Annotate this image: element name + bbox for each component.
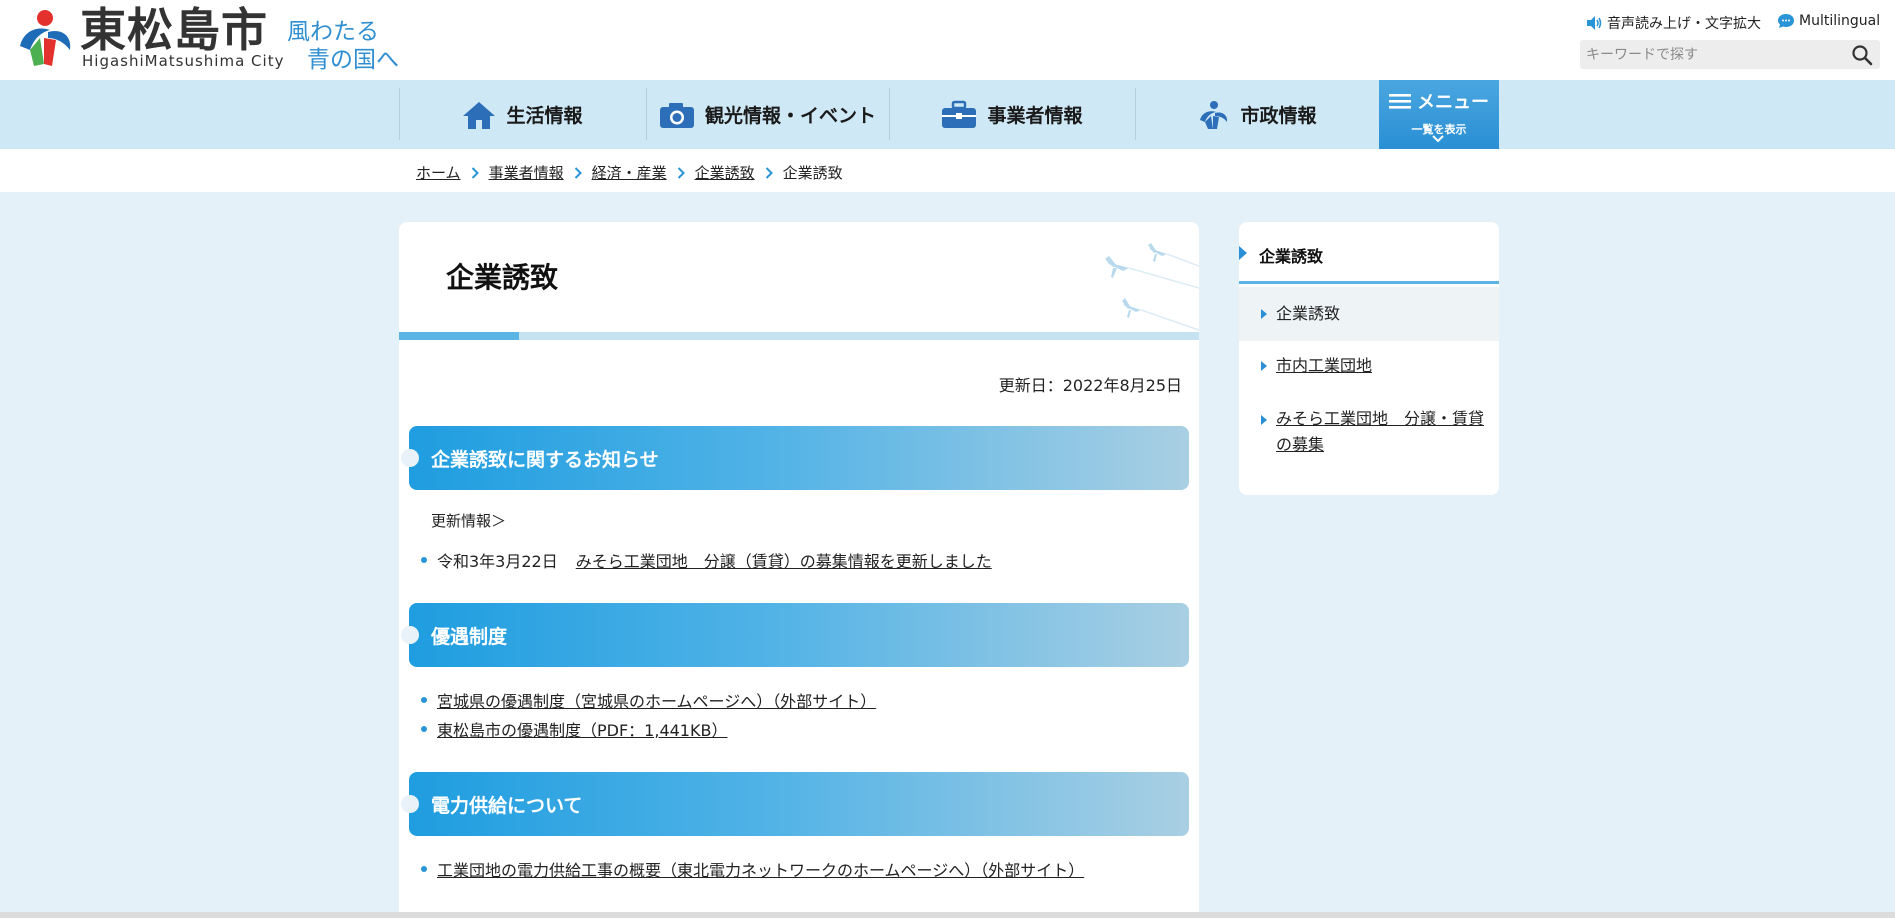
triangle-right-icon xyxy=(1261,415,1267,425)
news-link[interactable]: みそら工業団地 分譲（賃貸）の募集情報を更新しました xyxy=(576,548,992,572)
triangle-right-icon xyxy=(1239,246,1247,260)
camera-icon xyxy=(659,102,694,128)
menu-label: メニュー xyxy=(1417,92,1489,113)
logo-roman: HigashiMatsushima City xyxy=(82,52,285,70)
section-heading: 優遇制度 xyxy=(401,603,1189,667)
triangle-right-icon xyxy=(1261,361,1267,371)
nav-label: 市政情報 xyxy=(1240,105,1317,127)
city-logo-icon[interactable] xyxy=(14,6,76,68)
main-content: 企業誘致 更新日：2022年8月25日 企業誘致に関するお知らせ 更新情報＞ 令… xyxy=(399,222,1199,918)
chevron-right-icon xyxy=(574,166,582,179)
speaker-icon xyxy=(1587,16,1602,30)
speech-bubble-icon xyxy=(1778,14,1794,28)
bullet-icon xyxy=(421,557,427,563)
news-date: 令和3年3月22日 xyxy=(437,552,558,571)
breadcrumb: ホーム 事業者情報 経済・産業 企業誘致 企業誘致 xyxy=(416,162,843,183)
side-nav-item-attraction[interactable]: 企業誘致 xyxy=(1239,287,1499,341)
city-emblem-icon xyxy=(1200,100,1228,129)
side-nav-item-industrial-parks[interactable]: 市内工業団地 xyxy=(1239,341,1499,393)
breadcrumb-current: 企業誘致 xyxy=(782,164,843,182)
side-nav-heading: 企業誘致 xyxy=(1239,222,1499,284)
nav-label: 事業者情報 xyxy=(987,105,1083,127)
breadcrumb-home[interactable]: ホーム xyxy=(416,162,461,183)
chevron-right-icon xyxy=(471,166,479,179)
section-heading: 企業誘致に関するお知らせ xyxy=(401,426,1189,490)
voice-zoom-link[interactable]: 音声読み上げ・文字拡大 xyxy=(1585,13,1761,33)
breadcrumb-bar: ホーム 事業者情報 経済・産業 企業誘致 企業誘致 xyxy=(0,149,1895,192)
search-input[interactable] xyxy=(1580,40,1840,69)
side-nav-item-misora[interactable]: みそら工業団地 分譲・賃貸の募集 xyxy=(1239,400,1499,480)
nav-item-city[interactable]: 市政情報 xyxy=(1136,80,1379,149)
updated-date: 更新日：2022年8月25日 xyxy=(998,376,1182,395)
power-supply-link[interactable]: 工業団地の電力供給工事の概要（東北電力ネットワークのホームページへ）（外部サイト… xyxy=(437,857,1084,881)
bullet-icon xyxy=(421,866,427,872)
nav-item-business[interactable]: 事業者情報 xyxy=(890,80,1134,149)
chevron-down-icon xyxy=(1432,135,1444,143)
house-icon xyxy=(463,101,496,129)
bullet-icon xyxy=(421,726,427,732)
chevron-right-icon xyxy=(677,166,685,179)
city-incentive-pdf-link[interactable]: 東松島市の優遇制度（PDF：1,441KB） xyxy=(437,717,727,741)
global-nav: 生活情報 観光情報・イベント 事業者情報 市政情報 xyxy=(0,80,1895,149)
triangle-right-icon xyxy=(1261,309,1267,319)
side-nav-link[interactable]: 市内工業団地 xyxy=(1276,356,1372,375)
search-box xyxy=(1580,40,1880,69)
list-item: 宮城県の優遇制度（宮城県のホームページへ）（外部サイト） xyxy=(421,688,876,712)
nav-label: 生活情報 xyxy=(506,105,583,127)
side-nav-link[interactable]: みそら工業団地 分譲・賃貸の募集 xyxy=(1276,409,1484,454)
airplanes-decoration-icon xyxy=(1105,243,1199,331)
site-header: 東松島市 HigashiMatsushima City 風わたる 青の国へ 音声… xyxy=(0,0,1895,80)
list-item: 工業団地の電力供給工事の概要（東北電力ネットワークのホームページへ）（外部サイト… xyxy=(421,857,1084,881)
briefcase-icon xyxy=(942,100,977,128)
list-item: 東松島市の優遇制度（PDF：1,441KB） xyxy=(421,717,727,741)
menu-button[interactable]: メニュー 一覧を表示 xyxy=(1379,80,1499,149)
section-heading: 電力供給について xyxy=(401,772,1189,836)
hamburger-icon xyxy=(1389,94,1411,109)
breadcrumb-economy[interactable]: 経済・産業 xyxy=(592,162,667,183)
logo-name[interactable]: 東松島市 xyxy=(80,2,268,58)
slogan-line2: 青の国へ xyxy=(307,47,399,73)
miyagi-incentive-link[interactable]: 宮城県の優遇制度（宮城県のホームページへ）（外部サイト） xyxy=(437,688,876,712)
bullet-icon xyxy=(421,697,427,703)
breadcrumb-business[interactable]: 事業者情報 xyxy=(489,162,564,183)
list-item: 令和3年3月22日 みそら工業団地 分譲（賃貸）の募集情報を更新しました xyxy=(421,548,992,572)
search-icon[interactable] xyxy=(1850,43,1874,67)
side-nav: 企業誘致 企業誘致 市内工業団地 みそら工業団地 分譲・賃貸の募集 xyxy=(1239,222,1499,495)
title-underline xyxy=(399,332,1199,340)
bottom-edge xyxy=(0,912,1895,918)
multilingual-label: Multilingual xyxy=(1799,13,1881,29)
update-info-label: 更新情報＞ xyxy=(431,512,507,530)
page-title: 企業誘致 xyxy=(446,261,559,294)
multilingual-link[interactable]: Multilingual xyxy=(1777,13,1880,29)
nav-item-tourism[interactable]: 観光情報・イベント xyxy=(647,80,888,149)
nav-label: 観光情報・イベント xyxy=(704,105,876,127)
chevron-right-icon xyxy=(765,166,773,179)
voice-zoom-label: 音声読み上げ・文字拡大 xyxy=(1607,16,1761,32)
nav-item-life[interactable]: 生活情報 xyxy=(400,80,645,149)
breadcrumb-attraction-parent[interactable]: 企業誘致 xyxy=(695,162,755,183)
